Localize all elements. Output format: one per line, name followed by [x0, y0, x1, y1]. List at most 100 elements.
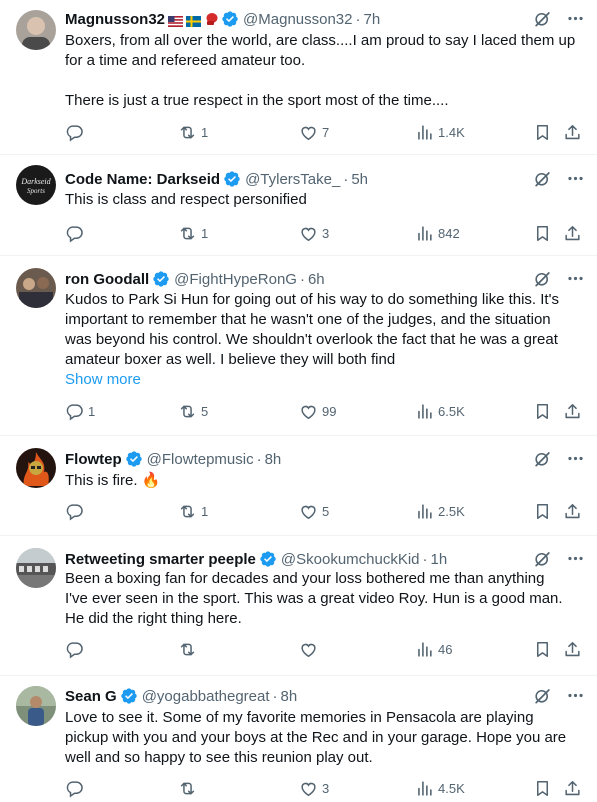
share-button[interactable]: [563, 224, 582, 243]
retweet-button[interactable]: 1: [178, 123, 208, 142]
grok-icon[interactable]: [533, 549, 552, 568]
bookmark-button[interactable]: [533, 640, 552, 659]
retweet-button[interactable]: [178, 640, 201, 659]
separator-dot: ·: [299, 270, 305, 288]
post-magnusson32[interactable]: Magnusson32 @Magnusson32 · 7h Boxers, fr…: [0, 0, 597, 155]
more-icon[interactable]: [566, 549, 585, 568]
author-name[interactable]: Code Name: Darkseid: [65, 171, 220, 188]
post-code-name-darkseid[interactable]: Darkseid Sports Code Name: Darkseid @Tyle…: [0, 155, 597, 256]
retweet-icon: [178, 640, 197, 659]
grok-icon[interactable]: [533, 686, 552, 705]
reply-button[interactable]: 1: [65, 402, 95, 421]
post-text-line: [65, 71, 580, 91]
avatar[interactable]: [16, 448, 56, 488]
avatar[interactable]: [16, 686, 56, 726]
verified-badge-icon: [152, 270, 170, 288]
post-ron-goodall[interactable]: ron Goodall @FightHypeRonG · 6h Kudos to…: [0, 256, 597, 436]
views-button[interactable]: 46: [415, 640, 452, 659]
verified-badge-icon: [223, 170, 241, 188]
bookmark-button[interactable]: [533, 123, 552, 142]
bookmark-icon: [533, 402, 552, 421]
retweet-button[interactable]: 1: [178, 224, 208, 243]
author-handle[interactable]: @SkookumchuckKid: [281, 551, 420, 568]
post-time[interactable]: 7h: [364, 11, 381, 28]
like-button[interactable]: 7: [299, 123, 329, 142]
like-button[interactable]: 3: [299, 224, 329, 243]
more-icon[interactable]: [566, 169, 585, 188]
post-time[interactable]: 8h: [281, 688, 298, 705]
reply-icon: [65, 640, 84, 659]
post-text-line: He did the right thing here.: [65, 610, 242, 627]
grok-icon[interactable]: [533, 9, 552, 28]
reply-button[interactable]: [65, 779, 88, 798]
avatar[interactable]: [16, 10, 56, 50]
post-time[interactable]: 1h: [431, 551, 448, 568]
reply-button[interactable]: [65, 502, 88, 521]
author-name[interactable]: Flowtep: [65, 451, 122, 468]
views-button[interactable]: 842: [415, 224, 460, 243]
share-icon: [563, 779, 582, 798]
author-handle[interactable]: @TylersTake_: [245, 171, 340, 188]
like-button[interactable]: 3: [299, 779, 329, 798]
like-button[interactable]: [299, 640, 322, 659]
retweet-button[interactable]: 5: [178, 402, 208, 421]
views-button[interactable]: 1.4K: [415, 123, 465, 142]
separator-dot: ·: [343, 170, 349, 188]
like-button[interactable]: 99: [299, 402, 336, 421]
avatar[interactable]: [16, 268, 56, 308]
retweet-button[interactable]: [178, 779, 201, 798]
bookmark-button[interactable]: [533, 502, 552, 521]
show-more-link[interactable]: Show more: [65, 370, 580, 390]
grok-icon[interactable]: [533, 269, 552, 288]
retweet-icon: [178, 123, 197, 142]
share-button[interactable]: [563, 779, 582, 798]
author-name[interactable]: Retweeting smarter peeple: [65, 551, 256, 568]
post-sean-g[interactable]: Sean G @yogabbathegreat · 8h Love to see…: [0, 676, 597, 802]
author-name[interactable]: Sean G: [65, 688, 117, 705]
author-handle[interactable]: @yogabbathegreat: [142, 688, 270, 705]
like-button[interactable]: 5: [299, 502, 329, 521]
more-icon[interactable]: [566, 686, 585, 705]
author-handle[interactable]: @Magnusson32: [243, 11, 352, 28]
post-time[interactable]: 6h: [308, 271, 325, 288]
author-handle[interactable]: @Flowtepmusic: [147, 451, 254, 468]
grok-icon[interactable]: [533, 449, 552, 468]
avatar[interactable]: [16, 548, 56, 588]
grok-icon[interactable]: [533, 169, 552, 188]
reply-button[interactable]: [65, 123, 88, 142]
author-handle[interactable]: @FightHypeRonG: [174, 271, 297, 288]
retweet-icon: [178, 779, 197, 798]
share-button[interactable]: [563, 402, 582, 421]
avatar[interactable]: Darkseid Sports: [16, 165, 56, 205]
views-button[interactable]: 2.5K: [415, 502, 465, 521]
more-icon[interactable]: [566, 449, 585, 468]
bookmark-button[interactable]: [533, 779, 552, 798]
share-icon: [563, 224, 582, 243]
retweet-button[interactable]: 1: [178, 502, 208, 521]
bookmark-icon: [533, 779, 552, 798]
like-count: 3: [322, 226, 330, 241]
post-flowtep[interactable]: Flowtep @Flowtepmusic · 8h This is fire.…: [0, 436, 597, 536]
views-icon: [415, 123, 434, 142]
views-icon: [415, 502, 434, 521]
post-text-line: amateur boxer as well. I believe they wi…: [65, 351, 396, 368]
bookmark-button[interactable]: [533, 224, 552, 243]
post-time[interactable]: 8h: [265, 451, 282, 468]
separator-dot: ·: [355, 10, 361, 28]
post-time[interactable]: 5h: [351, 171, 368, 188]
reply-button[interactable]: [65, 640, 88, 659]
share-button[interactable]: [563, 502, 582, 521]
share-button[interactable]: [563, 640, 582, 659]
bookmark-button[interactable]: [533, 402, 552, 421]
more-icon[interactable]: [566, 9, 585, 28]
post-retweeting-smarter-peeple[interactable]: Retweeting smarter peeple @SkookumchuckK…: [0, 536, 597, 676]
author-name[interactable]: ron Goodall: [65, 271, 149, 288]
author-name[interactable]: Magnusson32: [65, 11, 165, 28]
more-icon[interactable]: [566, 269, 585, 288]
like-count: 3: [322, 781, 330, 796]
reply-button[interactable]: [65, 224, 88, 243]
views-button[interactable]: 4.5K: [415, 779, 465, 798]
reply-count: 1: [88, 404, 96, 419]
views-button[interactable]: 6.5K: [415, 402, 465, 421]
share-button[interactable]: [563, 123, 582, 142]
